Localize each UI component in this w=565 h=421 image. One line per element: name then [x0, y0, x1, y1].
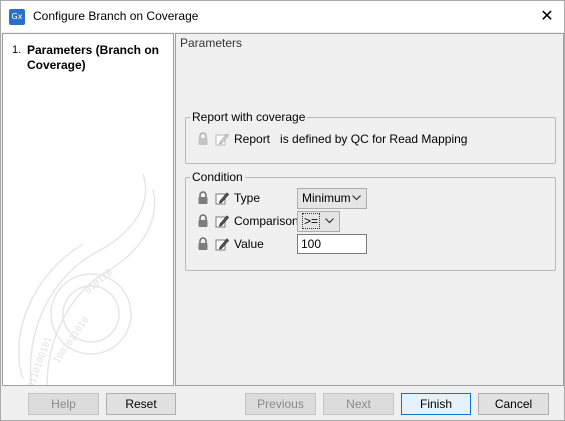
finish-button[interactable]: Finish: [401, 393, 471, 415]
condition-group-legend: Condition: [190, 170, 245, 184]
chevron-down-icon: [352, 195, 361, 201]
lock-icon[interactable]: [196, 191, 210, 205]
app-icon: Gx: [9, 9, 25, 25]
panel-title: Parameters: [180, 36, 243, 50]
step-label: Parameters (Branch on Coverage): [26, 43, 159, 72]
value-row: Value: [196, 234, 264, 254]
dialog-window: Gx Configure Branch on Coverage ✕ 1. Par…: [0, 0, 565, 421]
window-title: Configure Branch on Coverage: [33, 9, 199, 23]
value-input[interactable]: 100: [297, 234, 367, 254]
lock-icon[interactable]: [196, 214, 210, 228]
svg-text:1001011010: 1001011010: [52, 316, 91, 366]
next-button[interactable]: Next: [323, 393, 394, 415]
step-number: 1.: [12, 44, 22, 56]
cancel-button[interactable]: Cancel: [478, 393, 549, 415]
previous-button[interactable]: Previous: [245, 393, 316, 415]
reset-button[interactable]: Reset: [106, 393, 176, 415]
report-with-coverage-group: Report with coverage Report is defined b…: [185, 110, 556, 164]
type-label: Type: [234, 191, 261, 205]
report-label: Report: [234, 132, 271, 146]
type-select-value: Minimum: [302, 191, 351, 205]
comparison-row: Comparison: [196, 211, 299, 231]
edit-pencil-icon[interactable]: [215, 237, 229, 251]
type-row: Type: [196, 188, 260, 208]
report-value: is defined by QC for Read Mapping: [280, 132, 468, 146]
type-select[interactable]: Minimum: [297, 188, 367, 209]
chevron-down-icon: [325, 218, 334, 224]
parameters-panel: Parameters Report with coverage Report i…: [175, 33, 564, 386]
lock-icon[interactable]: [196, 132, 210, 146]
step-item-parameters[interactable]: 1. Parameters (Branch on Coverage): [12, 43, 172, 73]
close-button[interactable]: ✕: [530, 1, 564, 32]
svg-text:010110: 010110: [84, 268, 115, 297]
edit-pencil-icon[interactable]: [215, 214, 229, 228]
help-button[interactable]: Help: [28, 393, 99, 415]
title-bar: Gx Configure Branch on Coverage ✕: [1, 1, 564, 32]
comparison-select[interactable]: >=: [297, 211, 340, 232]
edit-pencil-icon[interactable]: [215, 191, 229, 205]
report-group-legend: Report with coverage: [190, 110, 308, 124]
lock-icon[interactable]: [196, 237, 210, 251]
binary-spiral-watermark-icon: 0110100101 1001011010 010110: [17, 173, 156, 385]
report-row: Report is defined by QC for Read Mapping: [196, 129, 467, 149]
value-label: Value: [234, 237, 264, 251]
condition-group: Condition Type Minimum Comparison >= Val…: [185, 170, 556, 271]
edit-pencil-icon[interactable]: [215, 132, 229, 146]
comparison-select-value: >=: [302, 213, 321, 229]
steps-panel: 1. Parameters (Branch on Coverage) 01101…: [2, 33, 174, 386]
comparison-label: Comparison: [234, 214, 299, 228]
